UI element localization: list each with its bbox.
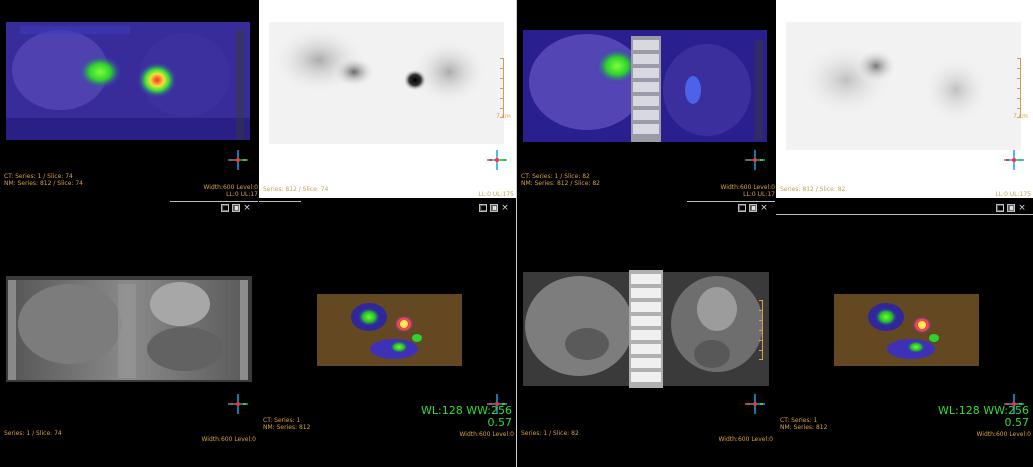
ct-viewport-left[interactable]: Series: 1 / Slice: 74 Width:600 Level:0: [0, 214, 258, 443]
fused-nm-series-label: NM: Series: 812 / Slice: 74: [4, 180, 83, 187]
maximize-button[interactable]: ▣: [1007, 204, 1016, 212]
orientation-cross-icon: [226, 148, 250, 172]
fused-viewport-right[interactable]: CT: Series: 1 / Slice: 82 NM: Series: 81…: [517, 0, 775, 198]
ct-series-label: Series: 1 / Slice: 82: [521, 430, 579, 437]
ct-image-left: [0, 214, 258, 443]
orientation-cross-icon: [743, 392, 767, 416]
restore-button[interactable]: □: [738, 204, 747, 212]
maximize-button[interactable]: ▣: [232, 204, 241, 212]
pet-series-label: Series: 812 / Slice: 74: [263, 186, 329, 193]
mip-width-level-label: Width:600 Level:0: [976, 431, 1032, 438]
restore-button[interactable]: □: [221, 204, 230, 212]
fused-ll-ul-label: LL:0 UL:17: [743, 191, 775, 198]
window-controls-mip-right: □ ▣ ×: [996, 204, 1026, 214]
window-controls-ct-right: □ ▣ ×: [738, 204, 768, 214]
mip-viewport-left[interactable]: WL:128 WW:256 0.57 CT: Series: 1 NM: Ser…: [259, 214, 516, 443]
title-bar-mip-left: [259, 201, 301, 202]
maximize-button[interactable]: ▣: [749, 204, 758, 212]
pet-image-left: [259, 0, 516, 198]
ct-image-right: [517, 214, 775, 443]
fused-width-level-label: Width:600 Level:0: [203, 184, 259, 191]
scale-ruler-pet-right: [1013, 58, 1021, 118]
mip-ct-series-label: CT: Series: 1: [780, 417, 818, 424]
ct-width-level-label: Width:600 Level:0: [201, 436, 257, 443]
orientation-cross-icon: [485, 148, 509, 172]
viewer-group-right: CT: Series: 1 / Slice: 82 NM: Series: 81…: [517, 0, 1033, 467]
mip-width-level-label: Width:600 Level:0: [459, 431, 515, 438]
title-bar-left: [170, 201, 258, 202]
scale-ruler-pet-left: [496, 58, 504, 118]
pet-viewport-right[interactable]: 7 cm Series: 812 / Slice: 82 LL:0 UL:175: [776, 0, 1033, 198]
fused-nm-series-label: NM: Series: 812 / Slice: 82: [521, 180, 600, 187]
window-controls-mip-left: □ ▣ ×: [479, 204, 509, 214]
mip-viewport-right[interactable]: WL:128 WW:256 0.57 CT: Series: 1 NM: Ser…: [776, 215, 1033, 443]
fused-ll-ul-label: LL:0 UL:17: [226, 191, 258, 198]
orientation-cross-icon: [743, 148, 767, 172]
fused-ct-series-label: CT: Series: 1 / Slice: 74: [4, 173, 73, 180]
restore-button[interactable]: □: [479, 204, 488, 212]
close-button[interactable]: ×: [501, 204, 509, 213]
scale-ruler-ct-right: [755, 300, 763, 360]
pet-image-right: [776, 0, 1033, 198]
zoom-label: 0.57: [487, 416, 513, 429]
scale-label-pet-right: 7 cm: [1013, 113, 1028, 120]
fused-width-level-label: Width:600 Level:0: [720, 184, 776, 191]
close-button[interactable]: ×: [760, 204, 768, 213]
fused-viewport-left[interactable]: CT: Series: 1 / Slice: 74 NM: Series: 81…: [0, 0, 258, 198]
fused-image-right: [517, 0, 775, 198]
mip-nm-series-label: NM: Series: 812: [780, 424, 828, 431]
orientation-cross-icon: [1002, 148, 1026, 172]
ct-viewport-right[interactable]: Series: 1 / Slice: 82 Width:600 Level:0: [517, 214, 775, 443]
viewer-group-left: CT: Series: 1 / Slice: 74 NM: Series: 81…: [0, 0, 516, 467]
zoom-label: 0.57: [1004, 416, 1030, 429]
ct-series-label: Series: 1 / Slice: 74: [4, 430, 62, 437]
ct-width-level-label: Width:600 Level:0: [718, 436, 774, 443]
window-controls-ct-left: □ ▣ ×: [221, 204, 251, 214]
close-button[interactable]: ×: [1018, 204, 1026, 213]
close-button[interactable]: ×: [243, 204, 251, 213]
pet-ll-ul-label: LL:0 UL:175: [995, 191, 1031, 198]
scale-label-pet-left: 7 cm: [496, 113, 511, 120]
mip-nm-series-label: NM: Series: 812: [263, 424, 311, 431]
maximize-button[interactable]: ▣: [490, 204, 499, 212]
title-bar-right: [687, 201, 775, 202]
pet-ll-ul-label: LL:0 UL:175: [478, 191, 514, 198]
fused-image-left: [0, 0, 258, 198]
pet-series-label: Series: 812 / Slice: 82: [780, 186, 846, 193]
restore-button[interactable]: □: [996, 204, 1005, 212]
orientation-cross-icon: [226, 392, 250, 416]
fused-ct-series-label: CT: Series: 1 / Slice: 82: [521, 173, 590, 180]
pet-viewport-left[interactable]: 7 cm Series: 812 / Slice: 74 LL:0 UL:175: [259, 0, 516, 198]
mip-ct-series-label: CT: Series: 1: [263, 417, 301, 424]
